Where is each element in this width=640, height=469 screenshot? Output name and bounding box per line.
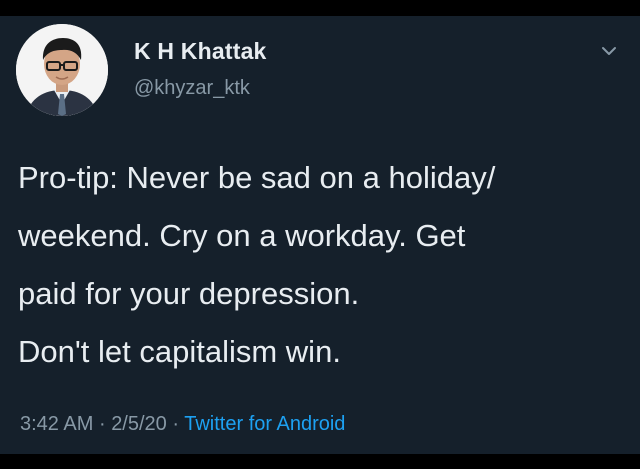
chevron-down-icon[interactable] xyxy=(597,39,621,63)
tweet-time[interactable]: 3:42 AM xyxy=(20,413,93,435)
separator: · xyxy=(98,413,106,435)
avatar[interactable] xyxy=(16,24,108,116)
tweet-date[interactable]: 2/5/20 xyxy=(111,413,167,435)
tweet-metadata: 3:42 AM · 2/5/20 · Twitter for Android xyxy=(20,413,345,436)
avatar-image xyxy=(16,24,108,116)
tweet-text: Pro-tip: Never be sad on a holiday/ week… xyxy=(18,149,628,381)
separator: · xyxy=(172,413,180,435)
tweet-text-line: weekend. Cry on a workday. Get xyxy=(18,218,466,253)
tweet-card: K H Khattak @khyzar_ktk Pro-tip: Never b… xyxy=(0,16,640,454)
user-handle[interactable]: @khyzar_ktk xyxy=(134,77,250,100)
display-name[interactable]: K H Khattak xyxy=(134,38,267,65)
tweet-text-line: Pro-tip: Never be sad on a holiday/ xyxy=(18,160,496,195)
tweet-text-line: Don't let capitalism win. xyxy=(18,334,341,369)
tweet-source-link[interactable]: Twitter for Android xyxy=(184,413,345,435)
tweet-text-line: paid for your depression. xyxy=(18,276,360,311)
